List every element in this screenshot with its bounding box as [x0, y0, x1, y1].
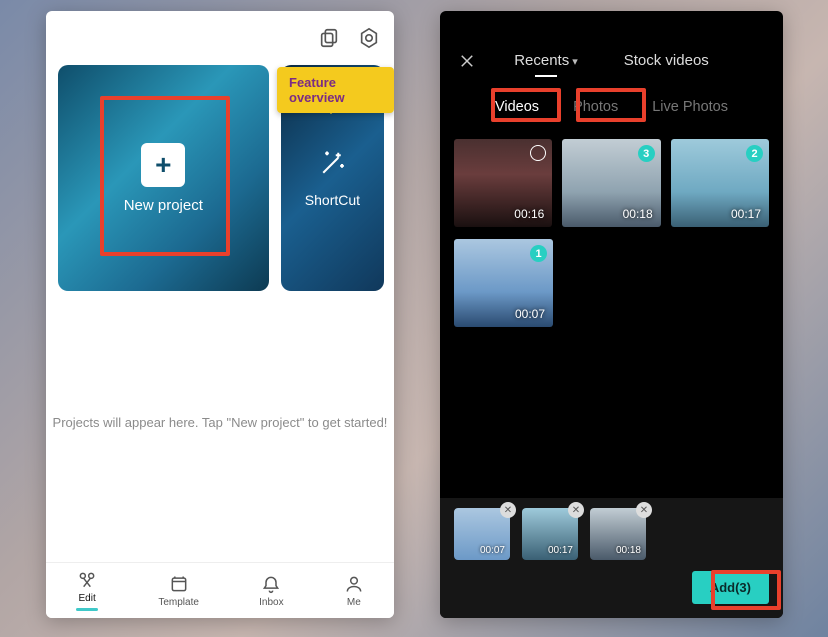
nav-template[interactable]: Template	[158, 574, 199, 608]
media-grid: 00:16 3 00:18 2 00:17	[454, 139, 769, 227]
media-thumb[interactable]: 2 00:17	[671, 139, 769, 227]
bottom-nav: Edit Template Inbox Me	[46, 562, 394, 618]
nav-edit[interactable]: Edit	[76, 570, 98, 611]
nav-inbox[interactable]: Inbox	[259, 574, 283, 608]
top-icons	[318, 27, 380, 54]
tab-recents[interactable]: Recents▾	[514, 52, 578, 75]
shortcut-label: ShortCut	[305, 192, 360, 208]
wand-icon	[317, 149, 347, 184]
duration: 00:07	[515, 307, 545, 321]
remove-icon[interactable]: ✕	[568, 502, 584, 518]
remove-icon[interactable]: ✕	[500, 502, 516, 518]
copy-icon[interactable]	[318, 27, 340, 54]
tray-chip[interactable]: ✕ 00:17	[522, 508, 578, 560]
duration: 00:18	[623, 207, 653, 221]
chevron-down-icon: ▾	[572, 56, 578, 68]
media-picker: Recents▾ Stock videos Videos Photos Live…	[440, 11, 783, 618]
nav-inbox-label: Inbox	[259, 597, 283, 608]
feature-overview-tooltip[interactable]: Feature overview	[277, 67, 394, 113]
home-screen: + New project ShortCut Feature overview …	[46, 11, 394, 618]
gear-icon[interactable]	[358, 27, 380, 54]
picker-header: Recents▾ Stock videos	[440, 47, 783, 79]
chip-duration: 00:18	[616, 545, 641, 556]
nav-template-label: Template	[158, 597, 199, 608]
media-thumb[interactable]: 00:16	[454, 139, 552, 227]
selection-tray: ✕ 00:07 ✕ 00:17 ✕ 00:18 Add(3)	[440, 498, 783, 618]
duration: 00:16	[514, 207, 544, 221]
nav-edit-label: Edit	[78, 593, 95, 604]
tray-chip[interactable]: ✕ 00:18	[590, 508, 646, 560]
empty-projects-message: Projects will appear here. Tap "New proj…	[46, 415, 394, 430]
cat-photos[interactable]: Photos	[567, 93, 624, 121]
duration: 00:17	[731, 207, 761, 221]
chip-duration: 00:07	[480, 545, 505, 556]
media-thumb[interactable]: 1 00:07	[454, 239, 553, 327]
nav-me[interactable]: Me	[344, 574, 364, 608]
new-project-label: New project	[124, 197, 203, 214]
select-badge[interactable]: 3	[638, 145, 655, 162]
select-circle[interactable]	[530, 145, 546, 161]
plus-icon: +	[141, 143, 185, 187]
tab-recents-label: Recents	[514, 52, 569, 69]
new-project-card[interactable]: + New project	[58, 65, 269, 291]
select-badge[interactable]: 1	[530, 245, 547, 262]
category-tabs: Videos Photos Live Photos	[440, 93, 783, 121]
cat-videos[interactable]: Videos	[489, 93, 545, 121]
select-badge[interactable]: 2	[746, 145, 763, 162]
tab-stock-videos[interactable]: Stock videos	[624, 52, 709, 75]
nav-me-label: Me	[347, 597, 361, 608]
add-button[interactable]: Add(3)	[692, 571, 769, 604]
media-thumb[interactable]: 3 00:18	[562, 139, 660, 227]
tray-chip[interactable]: ✕ 00:07	[454, 508, 510, 560]
cat-live-photos[interactable]: Live Photos	[646, 93, 734, 121]
remove-icon[interactable]: ✕	[636, 502, 652, 518]
chip-duration: 00:17	[548, 545, 573, 556]
